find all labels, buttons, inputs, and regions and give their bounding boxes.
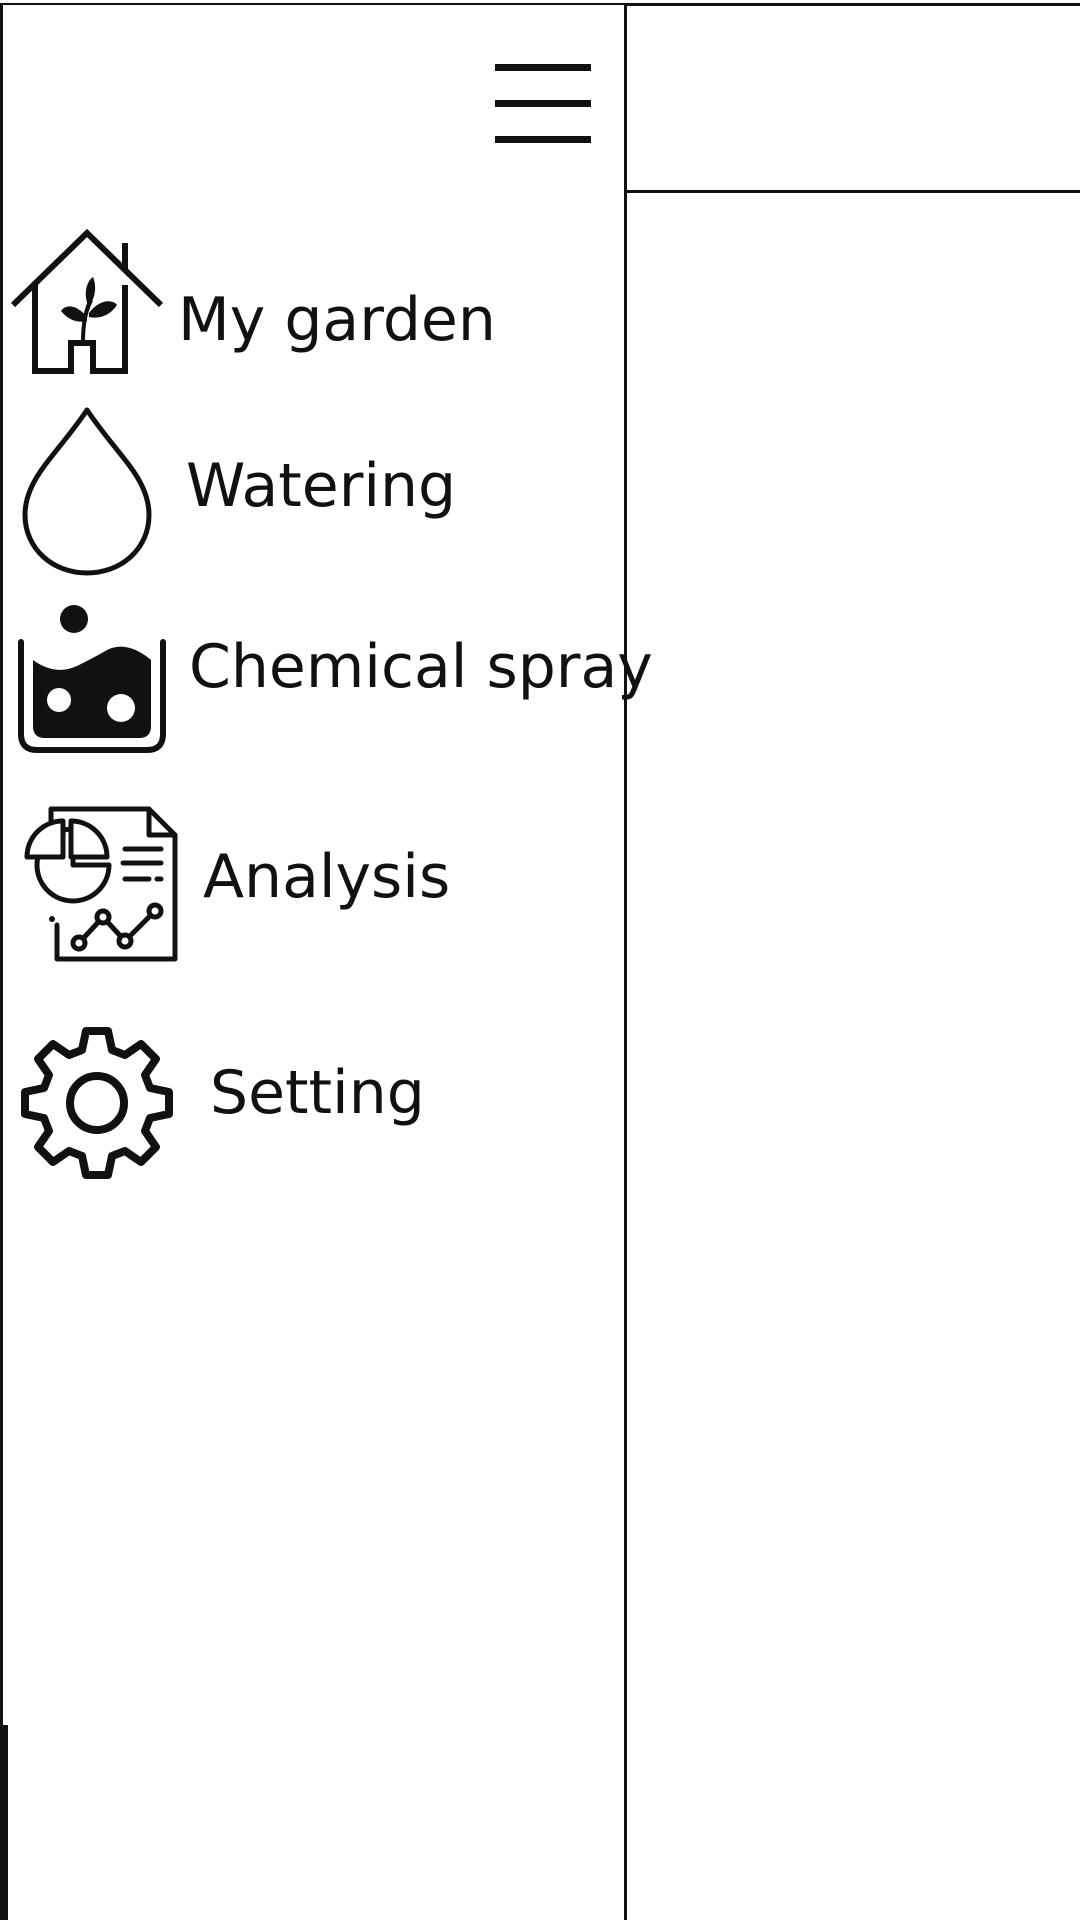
nav-item-label: Setting <box>210 1058 425 1128</box>
navigation-drawer: My garden Watering Chemical spray Analys… <box>0 3 653 1920</box>
app-screen: My garden Watering Chemical spray Analys… <box>0 0 1080 1920</box>
gear-icon <box>21 1027 173 1179</box>
nav-item-my-garden[interactable]: My garden <box>3 225 627 385</box>
nav-item-label: My garden <box>178 285 496 355</box>
analysis-report-icon <box>24 806 178 962</box>
chemical-beaker-icon <box>18 605 166 753</box>
main-content-area <box>627 193 1080 1920</box>
menu-bar-top <box>495 64 591 71</box>
hamburger-menu-icon[interactable] <box>491 60 591 145</box>
app-bar <box>627 3 1080 193</box>
nav-item-chemical-spray[interactable]: Chemical spray <box>3 602 653 762</box>
edge-handle <box>0 1725 8 1920</box>
water-drop-icon <box>22 407 152 576</box>
menu-bar-middle <box>495 100 591 107</box>
nav-item-label: Chemical spray <box>189 632 653 702</box>
nav-item-watering[interactable]: Watering <box>3 405 627 580</box>
menu-bar-bottom <box>495 136 591 143</box>
garden-house-icon <box>10 228 164 374</box>
nav-item-setting[interactable]: Setting <box>3 1023 627 1188</box>
nav-item-label: Watering <box>186 451 457 521</box>
nav-item-analysis[interactable]: Analysis <box>3 803 627 968</box>
nav-item-label: Analysis <box>203 842 451 912</box>
